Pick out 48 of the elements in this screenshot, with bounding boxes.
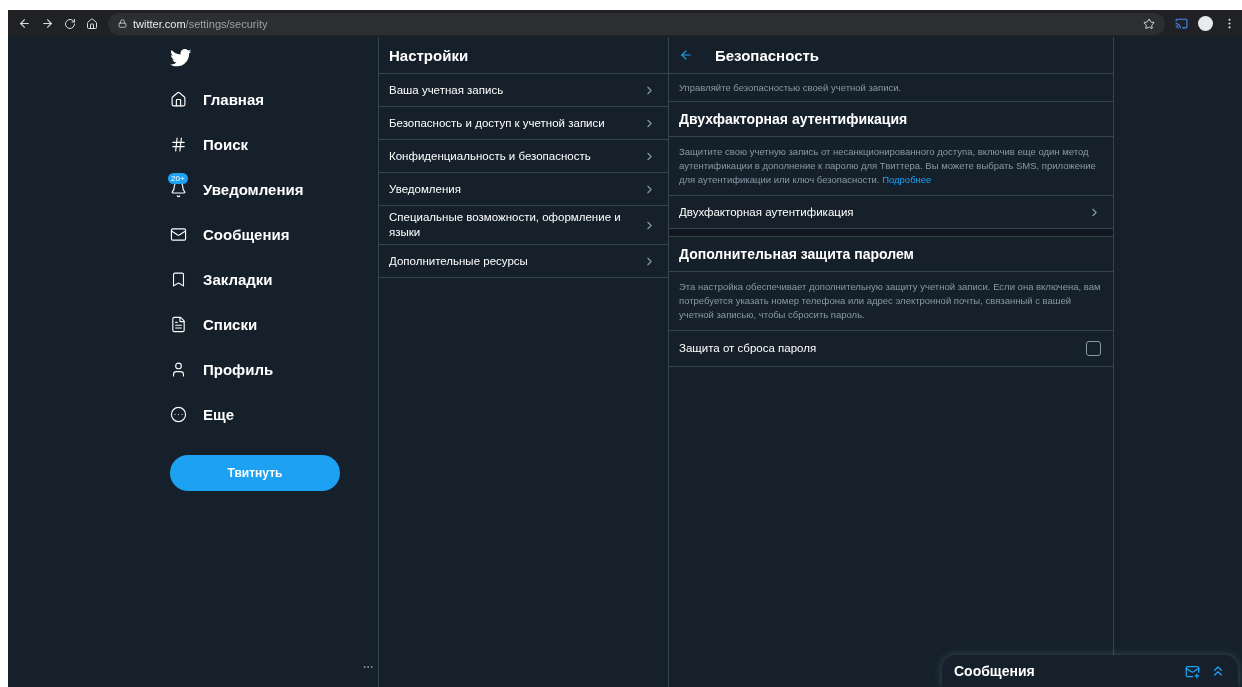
messages-dock[interactable]: Сообщения <box>942 655 1238 687</box>
reload-icon[interactable] <box>64 17 76 30</box>
nav-item[interactable]: Сообщения <box>170 212 290 257</box>
nav-item[interactable]: Поиск <box>170 122 248 167</box>
nav-item[interactable]: Профиль <box>170 347 274 392</box>
column-title: Настройки <box>389 46 469 64</box>
section-heading: Дополнительная защита паролем <box>669 237 1113 272</box>
nav-item[interactable]: Еще <box>170 392 234 437</box>
hash-icon <box>170 136 187 153</box>
settings-item[interactable]: Специальные возможности, оформление и языки <box>379 206 668 245</box>
user-icon <box>170 361 187 378</box>
page-title: Безопасность <box>715 46 820 64</box>
bookmark-icon <box>170 271 187 288</box>
cast-icon[interactable] <box>1175 17 1188 30</box>
settings-item[interactable]: Конфиденциальность и безопасность <box>379 140 668 173</box>
dock-title: Сообщения <box>954 663 1036 679</box>
lock-icon <box>118 19 127 28</box>
settings-item[interactable]: Уведомления <box>379 173 668 206</box>
back-icon[interactable] <box>679 48 693 62</box>
url-text: twitter.com/settings/security <box>133 17 268 30</box>
section-description: Защитите свою учетную запись от несанкционированного доступа, включив еще один метод аутентификации в дополнение к паролю для Твиттера. Вы можете выбрать SMS, приложение для аутентификации или ключ безопасности. Подробнее <box>669 137 1113 196</box>
more-icon <box>170 406 187 423</box>
new-message-icon[interactable] <box>1185 663 1200 679</box>
envelope-icon <box>170 226 187 243</box>
star-icon[interactable] <box>1143 17 1155 30</box>
settings-item[interactable]: Дополнительные ресурсы <box>379 245 668 278</box>
checkbox-label: Защита от сброса пароля <box>679 341 817 356</box>
nav-item[interactable]: Списки <box>170 302 258 347</box>
learn-more-link[interactable]: Подробнее <box>882 174 932 185</box>
settings-item[interactable]: Ваша учетная запись <box>379 74 668 107</box>
forward-icon[interactable] <box>41 17 54 30</box>
nav-item[interactable]: Закладки <box>170 257 273 302</box>
section-heading: Двухфакторная аутентификация <box>669 102 1113 137</box>
home-icon[interactable] <box>86 17 98 30</box>
notification-badge: 20+ <box>168 173 188 184</box>
nav-item[interactable]: 20+ Уведомления <box>170 167 304 212</box>
address-bar[interactable]: twitter.com/settings/security <box>108 12 1165 35</box>
nav-item[interactable]: Главная <box>170 77 264 122</box>
avatar-icon[interactable] <box>1198 16 1213 31</box>
checkbox[interactable] <box>1086 341 1101 356</box>
list-icon <box>170 316 187 333</box>
bell-icon <box>170 181 187 198</box>
page-description: Управляйте безопасностью своей учетной записи. <box>669 74 1113 102</box>
home-icon <box>170 91 187 108</box>
section-description: Эта настройка обеспечивает дополнительную защиту учетной записи. Если она включена, вам потребуется указать номер телефона или адрес электронной почты, связанный с вашей учетной записью, чтобы сбросить пароль. <box>669 272 1113 331</box>
bird-logo-icon[interactable] <box>170 49 192 67</box>
settings-item[interactable]: Безопасность и доступ к учетной записи <box>379 107 668 140</box>
back-icon[interactable] <box>18 17 31 30</box>
